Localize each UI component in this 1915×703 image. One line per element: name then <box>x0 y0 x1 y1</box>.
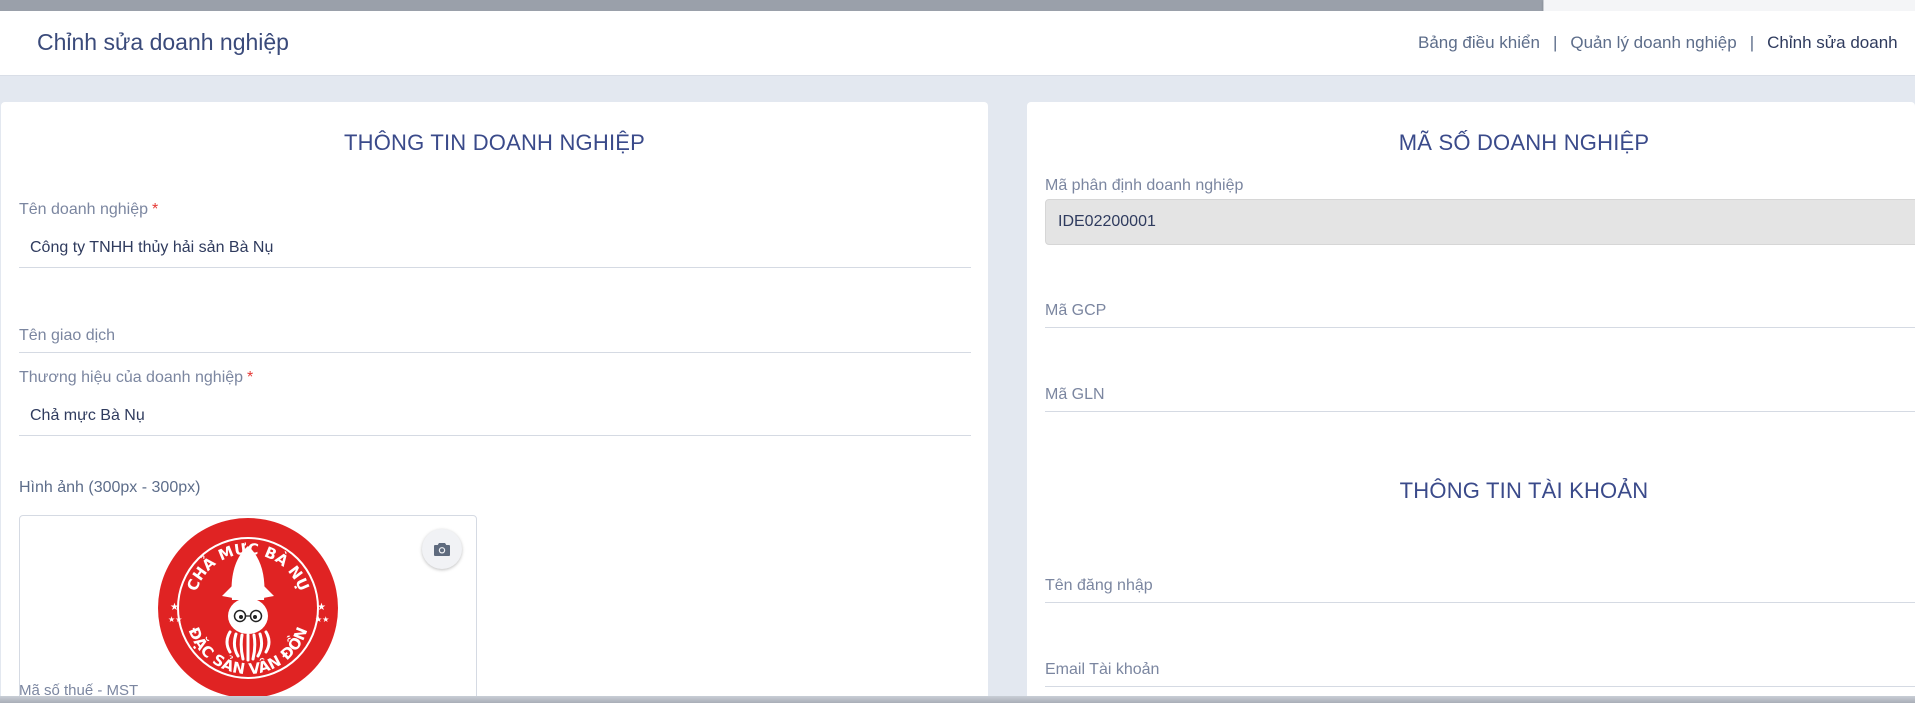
account-email-input[interactable] <box>1045 686 1915 687</box>
brand-label: Thương hiệu của doanh nghiệp * <box>19 369 254 386</box>
change-image-button[interactable] <box>422 529 462 569</box>
trade-name-input[interactable] <box>30 327 960 349</box>
business-logo: CHẢ MỰC BÀ NỤ ĐẶC SẢN VÂN ĐỒN ★ ★★ ★ ★★ <box>156 516 340 700</box>
breadcrumb-dashboard[interactable]: Bảng điều khiển <box>1418 33 1540 52</box>
breadcrumb: Bảng điều khiển | Quản lý doanh nghiệp | Chỉ… <box>1418 33 1898 53</box>
brand-input[interactable]: Chả mực Bà Nụ <box>30 407 145 425</box>
breadcrumb-separator: | <box>1749 33 1755 52</box>
business-name-label: Tên doanh nghiệp * <box>19 201 159 218</box>
account-email-label: Email Tài khoản <box>1045 661 1160 678</box>
svg-text:★★: ★★ <box>315 615 329 624</box>
gln-label: Mã GLN <box>1045 386 1105 403</box>
svg-text:★★: ★★ <box>168 615 182 624</box>
breadcrumb-business-management[interactable]: Quản lý doanh nghiệp <box>1570 33 1736 52</box>
brand-underline <box>19 435 971 436</box>
business-name-underline <box>19 267 971 268</box>
svg-text:★: ★ <box>170 602 179 613</box>
breadcrumb-separator: | <box>1552 33 1558 52</box>
account-info-title: THÔNG TIN TÀI KHOẢN <box>1399 478 1649 503</box>
business-id-label: Mã phân định doanh nghiệp <box>1045 177 1244 194</box>
business-name-input[interactable]: Công ty TNHH thủy hải sản Bà Nụ <box>30 239 273 257</box>
page-title: Chỉnh sửa doanh nghiệp <box>37 29 289 55</box>
business-info-title: THÔNG TIN DOANH NGHIỆP <box>343 130 645 155</box>
gln-input[interactable] <box>1045 411 1915 412</box>
page-header: Chỉnh sửa doanh nghiệp Bảng điều khiển | Q… <box>0 11 1915 76</box>
gcp-input[interactable] <box>1045 327 1915 328</box>
business-id-field[interactable]: IDE02200001 <box>1045 199 1915 245</box>
image-label: Hình ảnh (300px - 300px) <box>19 479 201 496</box>
trade-name-underline <box>19 352 971 353</box>
business-code-title: MÃ SỐ DOANH NGHIỆP <box>1398 130 1650 155</box>
bottom-edge <box>0 696 1915 703</box>
image-upload-box[interactable]: CHẢ MỰC BÀ NỤ ĐẶC SẢN VÂN ĐỒN ★ ★★ ★ ★★ <box>19 515 477 702</box>
gcp-label: Mã GCP <box>1045 302 1107 319</box>
required-mark: * <box>247 369 254 386</box>
business-id-value: IDE02200001 <box>1058 213 1156 230</box>
username-input[interactable] <box>1045 602 1915 603</box>
business-code-card: MÃ SỐ DOANH NGHIỆP Mã phân định doanh ng… <box>1027 102 1915 703</box>
required-mark: * <box>152 201 159 218</box>
top-overlay-panel <box>1543 0 1915 11</box>
breadcrumb-current: Chỉnh sửa doanh <box>1767 33 1898 52</box>
username-label: Tên đăng nhập <box>1045 577 1153 594</box>
camera-icon <box>434 543 450 556</box>
svg-text:★: ★ <box>317 602 326 613</box>
